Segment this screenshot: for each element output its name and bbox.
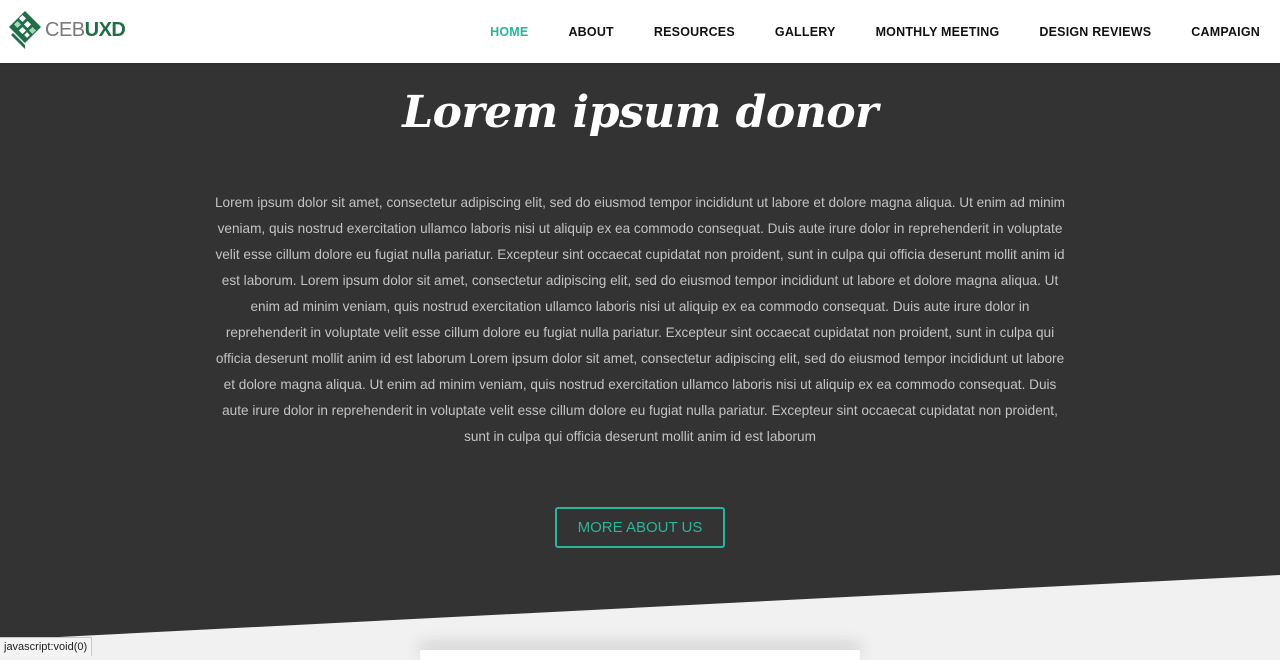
section-divider-slant (0, 575, 1280, 655)
top-navbar: CEBUXD HOME ABOUT RESOURCES GALLERY MONT… (0, 0, 1280, 63)
nav-item-design-reviews[interactable]: DESIGN REVIEWS (1039, 25, 1151, 39)
logo-prefix: CEB (45, 18, 85, 41)
hero-section: Lorem ipsum donor Lorem ipsum dolor sit … (0, 63, 1280, 655)
nav-item-campaign[interactable]: CAMPAIGN (1191, 25, 1260, 39)
browser-status-bar: javascript:void(0) (0, 637, 93, 656)
main-nav: HOME ABOUT RESOURCES GALLERY MONTHLY MEE… (450, 0, 1260, 63)
nav-item-about[interactable]: ABOUT (568, 25, 613, 39)
nav-item-resources[interactable]: RESOURCES (654, 25, 735, 39)
diamond-grid-logo-icon (9, 11, 41, 49)
content-card-edge (420, 650, 860, 660)
logo-suffix: UXD (84, 18, 126, 41)
site-logo[interactable]: CEBUXD (9, 11, 126, 49)
nav-item-gallery[interactable]: GALLERY (775, 25, 836, 39)
nav-item-home[interactable]: HOME (490, 25, 528, 39)
logo-wordmark: CEBUXD (45, 18, 126, 42)
nav-item-monthly-meeting[interactable]: MONTHLY MEETING (876, 25, 1000, 39)
